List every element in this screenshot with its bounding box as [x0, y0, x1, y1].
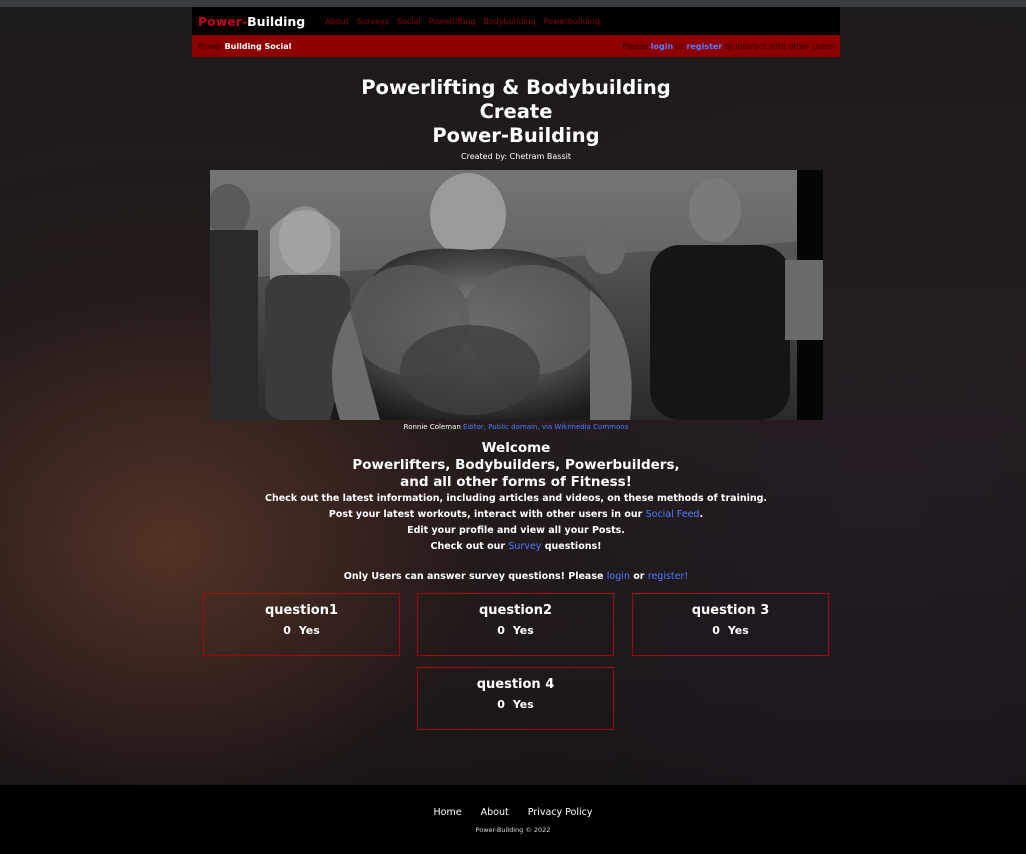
- footer-home-link[interactable]: Home: [434, 807, 462, 818]
- brand-logo[interactable]: Power-Building: [198, 14, 305, 29]
- social-bar-auth: Please login or register to interact wit…: [622, 42, 834, 51]
- auth-text-or: or: [675, 41, 684, 51]
- welcome-line-4: Check out our Survey questions!: [192, 539, 840, 555]
- navbar: Power-Building About Surveys Social Powe…: [192, 7, 840, 35]
- social-bar: Power-Building Social Please login or re…: [192, 35, 840, 57]
- hero-title-line2: Create: [479, 100, 553, 123]
- survey-login-link[interactable]: login: [607, 571, 630, 582]
- nav-about[interactable]: About: [325, 17, 349, 26]
- question-title: question 4: [476, 677, 555, 692]
- nav-links: About Surveys Social Powerlifting Bodybu…: [325, 17, 608, 26]
- question-result: 0 Yes: [204, 624, 399, 637]
- nav-bodybuilding[interactable]: Bodybuilding: [483, 17, 535, 26]
- brand-part2: Building: [247, 13, 306, 29]
- survey-notice-or: or: [633, 571, 645, 582]
- browser-chrome-strip: [0, 0, 1026, 7]
- hero-photo-illustration: [210, 170, 823, 420]
- welcome-line-2: Post your latest workouts, interact with…: [192, 507, 840, 523]
- footer-privacy-link[interactable]: Privacy Policy: [528, 807, 593, 818]
- question-answer-label: Yes: [727, 624, 749, 637]
- footer: Home About Privacy Policy Power-Building…: [0, 785, 1026, 854]
- welcome-line-2-period: .: [699, 509, 704, 520]
- hero-section: Powerlifting & Bodybuilding Create Power…: [192, 76, 840, 161]
- question-count: 0: [283, 624, 291, 637]
- social-feed-link[interactable]: Social Feed: [646, 509, 700, 520]
- question-card[interactable]: question 4 0 Yes: [417, 667, 614, 730]
- photo-caption: Ronnie Coleman Editor, Public domain, vi…: [192, 423, 840, 431]
- question-answer-label: Yes: [512, 624, 534, 637]
- brand-part1: Power-: [198, 13, 248, 29]
- social-bar-title: Power-Building Social: [198, 42, 291, 51]
- main-container: Power-Building About Surveys Social Powe…: [192, 7, 840, 730]
- survey-register-link[interactable]: register!: [648, 571, 688, 582]
- social-bar-title-part2: Building Social: [224, 41, 292, 51]
- question-answer-label: Yes: [512, 698, 534, 711]
- survey-login-notice: Only Users can answer survey questions! …: [192, 571, 840, 582]
- nav-powerbuilding[interactable]: Powerbuilding: [544, 17, 600, 26]
- nav-surveys[interactable]: Surveys: [357, 17, 389, 26]
- question-title: question 3: [691, 603, 770, 618]
- question-count: 0: [712, 624, 720, 637]
- caption-credit-link[interactable]: Editor, Public domain, via Wikimedia Com…: [463, 423, 628, 431]
- question-result: 0 Yes: [418, 624, 613, 637]
- question-title: question2: [478, 603, 553, 618]
- question-result: 0 Yes: [418, 698, 613, 711]
- question-card[interactable]: question1 0 Yes: [203, 593, 400, 656]
- welcome-section: Welcome Powerlifters, Bodybuilders, Powe…: [192, 440, 840, 555]
- welcome-subheading-1: Powerlifters, Bodybuilders, Powerbuilder…: [352, 457, 680, 473]
- login-link[interactable]: login: [651, 42, 673, 51]
- question-count: 0: [497, 698, 505, 711]
- welcome-line-4-post: questions!: [544, 541, 602, 552]
- question-title: question1: [264, 603, 339, 618]
- nav-powerlifting[interactable]: Powerlifting: [429, 17, 476, 26]
- survey-link[interactable]: Survey: [508, 541, 541, 552]
- footer-about-link[interactable]: About: [481, 807, 509, 818]
- welcome-line-4-text: Check out our: [430, 541, 506, 552]
- question-count: 0: [497, 624, 505, 637]
- register-link[interactable]: register: [686, 42, 722, 51]
- welcome-line-2-text: Post your latest workouts, interact with…: [328, 509, 643, 520]
- auth-text-please: Please: [622, 41, 649, 51]
- question-result: 0 Yes: [633, 624, 828, 637]
- footer-copyright: Power-Building © 2022: [475, 826, 551, 834]
- welcome-subheading-2: and all other forms of Fitness!: [400, 474, 632, 490]
- welcome-heading: Welcome: [481, 440, 551, 456]
- welcome-line-1: Check out the latest information, includ…: [264, 493, 768, 504]
- hero-photo: [210, 170, 823, 420]
- welcome-line-3: Edit your profile and view all your Post…: [407, 525, 625, 536]
- hero-credit: Created by: Chetram Bassit: [461, 152, 571, 161]
- survey-notice-text: Only Users can answer survey questions! …: [343, 571, 604, 582]
- hero-title-line1: Powerlifting & Bodybuilding: [361, 76, 671, 99]
- hero-title-line3: Power-Building: [432, 124, 600, 147]
- footer-links: Home About Privacy Policy: [0, 807, 1026, 818]
- caption-name: Ronnie Coleman: [403, 423, 461, 431]
- question-card[interactable]: question2 0 Yes: [417, 593, 614, 656]
- question-card[interactable]: question 3 0 Yes: [632, 593, 829, 656]
- question-answer-label: Yes: [298, 624, 320, 637]
- social-bar-title-part1: Power-: [198, 41, 225, 51]
- nav-social[interactable]: Social: [397, 17, 421, 26]
- auth-text-post: to interact with other users: [724, 41, 834, 51]
